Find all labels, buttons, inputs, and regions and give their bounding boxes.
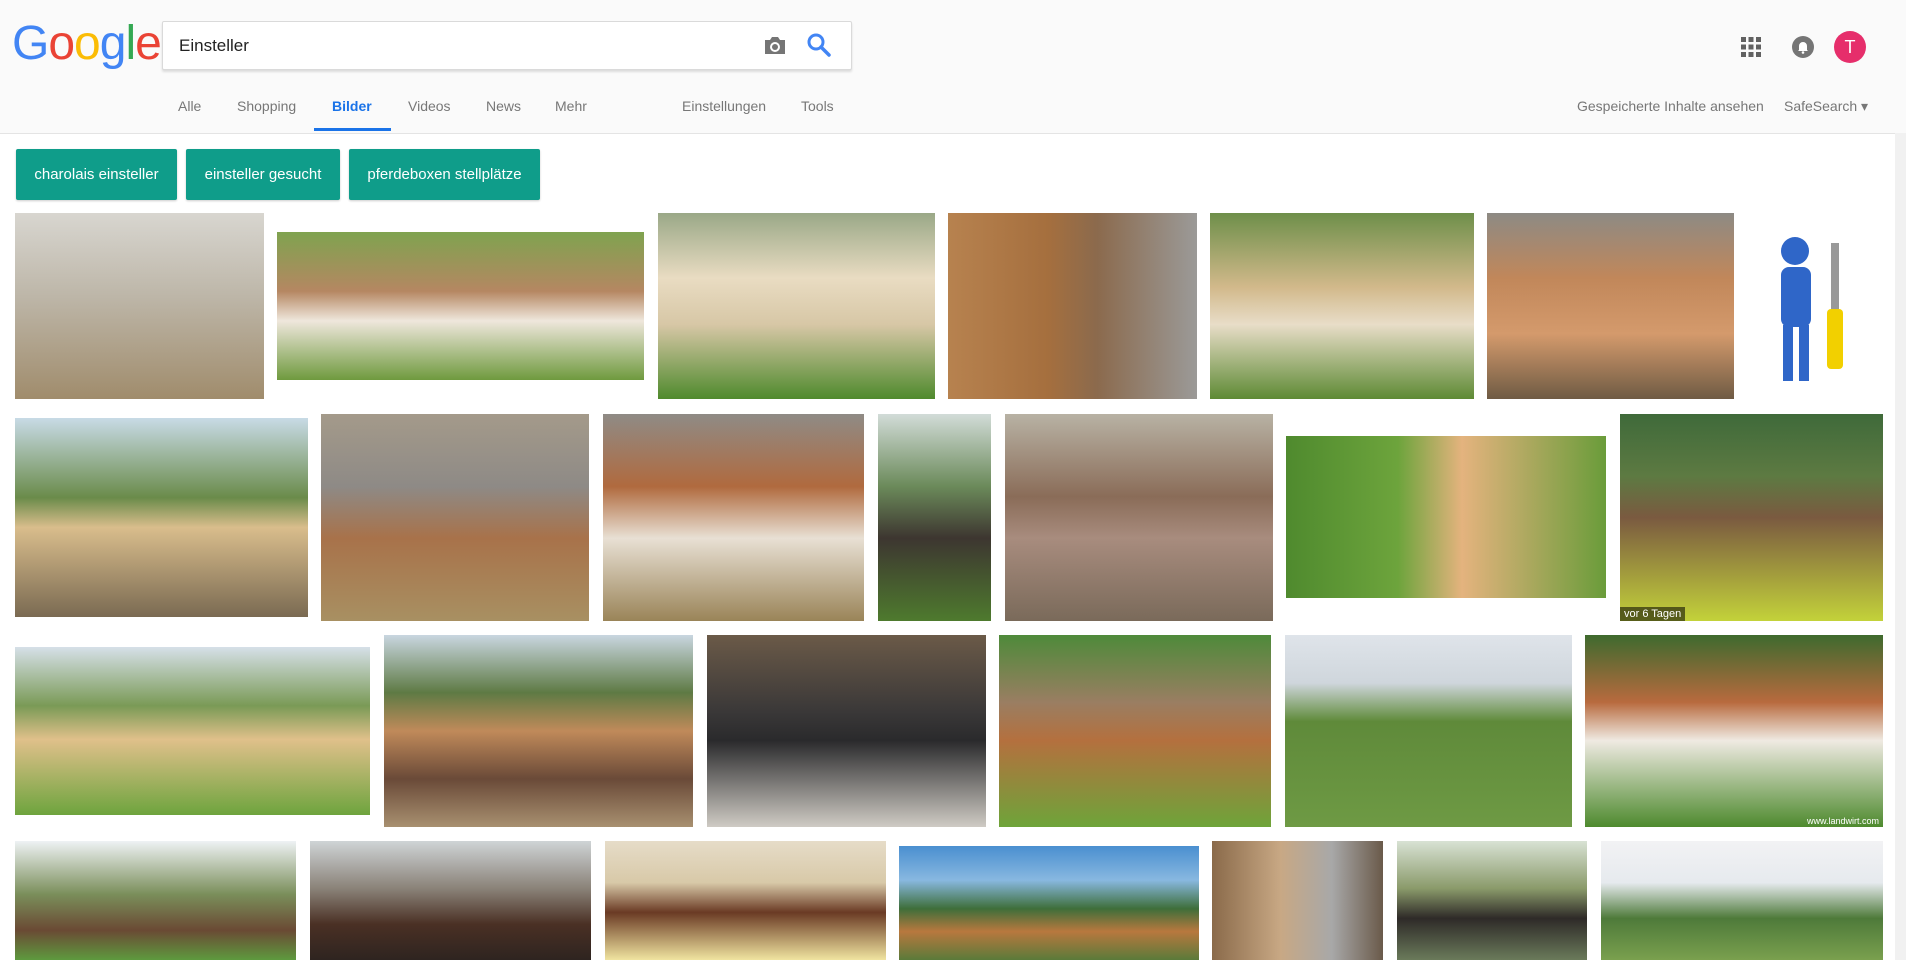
- related-search-chip[interactable]: pferdeboxen stellplätze: [349, 149, 540, 200]
- camera-icon[interactable]: [762, 33, 788, 57]
- active-tab-indicator: [314, 128, 391, 131]
- image-result[interactable]: [707, 635, 986, 827]
- image-result[interactable]: [878, 414, 991, 621]
- saved-content-link[interactable]: Gespeicherte Inhalte ansehen: [1577, 98, 1764, 114]
- google-logo[interactable]: Google: [12, 18, 162, 70]
- image-result[interactable]: [1005, 414, 1273, 621]
- image-result[interactable]: [1285, 635, 1572, 827]
- image-result[interactable]: [999, 635, 1271, 827]
- image-result[interactable]: [1286, 436, 1606, 598]
- page-scrollbar[interactable]: [1895, 133, 1906, 960]
- related-search-chip[interactable]: charolais einsteller: [16, 149, 177, 200]
- image-result[interactable]: [899, 846, 1199, 960]
- image-result[interactable]: [15, 841, 296, 960]
- header: Google T All: [0, 0, 1906, 134]
- notifications-bell-icon[interactable]: [1791, 35, 1815, 59]
- image-result[interactable]: www.landwirt.com: [1585, 635, 1883, 827]
- image-result[interactable]: [1212, 841, 1383, 960]
- image-result[interactable]: [605, 841, 886, 960]
- tab-shopping[interactable]: Shopping: [237, 98, 296, 118]
- worker-figure-icon: [1781, 237, 1843, 381]
- image-result[interactable]: vor 6 Tagen: [1620, 414, 1883, 621]
- tab-bilder[interactable]: Bilder: [332, 98, 372, 118]
- search-icon[interactable]: [806, 32, 832, 58]
- tab-tools[interactable]: Tools: [801, 98, 834, 118]
- image-result[interactable]: [1210, 213, 1474, 399]
- image-result[interactable]: [658, 213, 935, 399]
- image-result[interactable]: [15, 418, 308, 617]
- image-result[interactable]: [1601, 841, 1883, 960]
- tab-alle[interactable]: Alle: [178, 98, 201, 118]
- image-result[interactable]: [310, 841, 591, 960]
- image-result[interactable]: [15, 213, 264, 399]
- image-result[interactable]: [15, 647, 370, 815]
- date-badge: vor 6 Tagen: [1620, 607, 1686, 621]
- image-result[interactable]: [948, 213, 1197, 399]
- image-result[interactable]: [1397, 841, 1587, 960]
- search-box: [162, 21, 852, 70]
- image-result[interactable]: [384, 635, 693, 827]
- apps-grid-icon[interactable]: [1740, 36, 1762, 58]
- source-watermark: www.landwirt.com: [1806, 816, 1879, 826]
- safesearch-dropdown[interactable]: SafeSearch ▾: [1784, 98, 1868, 115]
- image-result[interactable]: [321, 414, 589, 621]
- tab-videos[interactable]: Videos: [408, 98, 451, 118]
- search-input[interactable]: [177, 22, 761, 69]
- related-search-chip[interactable]: einsteller gesucht: [186, 149, 340, 200]
- image-result[interactable]: [277, 232, 644, 380]
- tab-mehr[interactable]: Mehr: [555, 98, 587, 118]
- tab-einstellungen[interactable]: Einstellungen: [682, 98, 766, 118]
- image-result[interactable]: [603, 414, 864, 621]
- image-result[interactable]: [1747, 213, 1883, 399]
- image-result[interactable]: [1487, 213, 1734, 399]
- tab-news[interactable]: News: [486, 98, 521, 118]
- avatar[interactable]: T: [1834, 31, 1866, 63]
